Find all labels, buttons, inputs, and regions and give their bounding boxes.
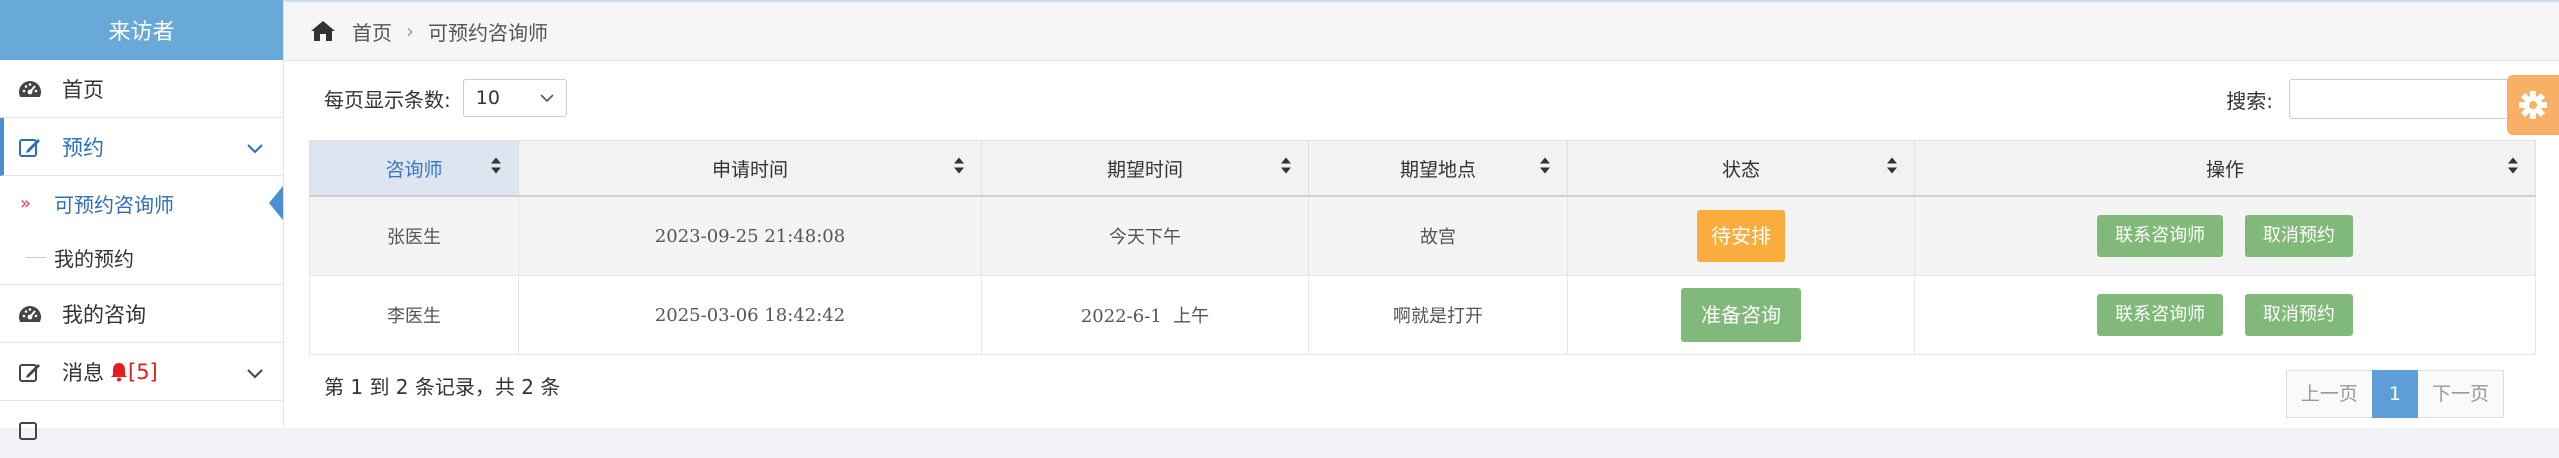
sort-icon bbox=[490, 157, 502, 180]
cancel-appointment-button[interactable]: 取消预约 bbox=[2244, 215, 2353, 257]
page-size-value: 10 bbox=[475, 87, 500, 109]
sidebar-brand: 来访者 bbox=[0, 0, 283, 60]
edit-icon bbox=[18, 136, 48, 158]
cell-status: 待安排 bbox=[1567, 195, 1915, 276]
column-header-apply-time[interactable]: 申请时间 bbox=[518, 140, 982, 197]
breadcrumb: 首页 › 可预约咨询师 bbox=[284, 2, 2559, 61]
sidebar-item-label: 我的咨询 bbox=[62, 302, 146, 327]
edit-icon bbox=[18, 361, 48, 383]
sidebar-item-home[interactable]: 首页 bbox=[0, 60, 283, 118]
sidebar-item-partial[interactable] bbox=[0, 401, 283, 458]
page-size-control: 每页显示条数: 10 bbox=[324, 79, 567, 117]
column-header-expect-time[interactable]: 期望时间 bbox=[981, 140, 1309, 197]
page-size-label: 每页显示条数: bbox=[324, 87, 451, 112]
sidebar-item-label: 消息 bbox=[62, 360, 104, 385]
sidebar-item-my-consultations[interactable]: 我的咨询 bbox=[0, 285, 283, 343]
contact-counselor-button[interactable]: 联系咨询师 bbox=[2097, 294, 2224, 336]
active-pointer bbox=[269, 186, 283, 220]
column-header-place[interactable]: 期望地点 bbox=[1308, 140, 1568, 197]
home-icon[interactable] bbox=[310, 20, 336, 42]
pagination: 上一页 1 下一页 bbox=[2285, 370, 2504, 418]
sidebar-item-appointment[interactable]: 预约 bbox=[0, 118, 283, 176]
submenu-item-label: 我的预约 bbox=[54, 246, 134, 271]
cell-expect-time: 今天下午 bbox=[981, 195, 1309, 276]
sidebar: 来访者 首页 预约 » 可预约咨询师 我的预约 我的咨询 消息 [5] bbox=[0, 0, 284, 440]
next-page-button[interactable]: 下一页 bbox=[2417, 370, 2504, 418]
table-row: 张医生 2023-09-25 21:48:08 今天下午 故宫 待安排 联系咨询… bbox=[309, 195, 2536, 276]
cell-expect-time: 2022-6-1 上午 bbox=[981, 275, 1309, 355]
cell-place: 啊就是打开 bbox=[1308, 275, 1568, 355]
settings-toggle[interactable] bbox=[2507, 75, 2559, 135]
page-number-button[interactable]: 1 bbox=[2371, 370, 2418, 418]
bell-icon bbox=[111, 362, 127, 381]
submenu-item-available-counselors[interactable]: » 可预约咨询师 bbox=[0, 176, 283, 230]
cell-apply-time: 2023-09-25 21:48:08 bbox=[518, 195, 982, 276]
submenu-item-my-appointments[interactable]: 我的预约 bbox=[0, 230, 283, 284]
cell-place: 故宫 bbox=[1308, 195, 1568, 276]
message-badge: [5] bbox=[110, 360, 158, 384]
sort-icon bbox=[1886, 157, 1898, 180]
sort-icon bbox=[2507, 157, 2519, 180]
column-header-counselor[interactable]: 咨询师 bbox=[309, 140, 519, 197]
submenu-item-label: 可预约咨询师 bbox=[54, 192, 174, 217]
breadcrumb-separator: › bbox=[406, 19, 414, 43]
main-panel: 每页显示条数: 10 搜索: 咨询师 申请时间 期望时间 期望地点 状态 操作 … bbox=[284, 61, 2559, 428]
cell-actions: 联系咨询师 取消预约 bbox=[1914, 195, 2536, 276]
sort-icon bbox=[953, 157, 965, 180]
page-size-select[interactable]: 10 bbox=[462, 79, 567, 117]
gear-icon bbox=[2519, 91, 2547, 119]
sidebar-item-label: 首页 bbox=[62, 77, 104, 102]
cell-status: 准备咨询 bbox=[1567, 275, 1915, 355]
dashboard-icon bbox=[18, 79, 48, 99]
sidebar-item-label: 预约 bbox=[62, 135, 104, 160]
status-badge[interactable]: 准备咨询 bbox=[1681, 288, 1801, 342]
cell-actions: 联系咨询师 取消预约 bbox=[1914, 275, 2536, 355]
cell-apply-time: 2025-03-06 18:42:42 bbox=[518, 275, 982, 355]
cancel-appointment-button[interactable]: 取消预约 bbox=[2244, 294, 2353, 336]
contact-counselor-button[interactable]: 联系咨询师 bbox=[2097, 215, 2224, 257]
search-control: 搜索: bbox=[2226, 79, 2529, 119]
edit-icon bbox=[18, 419, 48, 441]
column-header-actions[interactable]: 操作 bbox=[1914, 140, 2536, 197]
search-label: 搜索: bbox=[2226, 88, 2273, 113]
column-header-status[interactable]: 状态 bbox=[1567, 140, 1915, 197]
sort-icon bbox=[1539, 157, 1551, 180]
submenu-appointment: » 可预约咨询师 我的预约 bbox=[0, 176, 283, 285]
table-row: 李医生 2025-03-06 18:42:42 2022-6-1 上午 啊就是打… bbox=[309, 275, 2536, 355]
table-info: 第 1 到 2 条记录，共 2 条 bbox=[324, 375, 561, 399]
chevron-down-icon bbox=[540, 93, 554, 102]
cell-counselor: 李医生 bbox=[309, 275, 519, 355]
active-marker: » bbox=[20, 192, 32, 214]
prev-page-button[interactable]: 上一页 bbox=[2285, 370, 2372, 418]
tree-dash bbox=[26, 256, 46, 258]
dashboard-icon bbox=[18, 304, 48, 324]
sidebar-item-messages[interactable]: 消息 [5] bbox=[0, 343, 283, 401]
cell-counselor: 张医生 bbox=[309, 195, 519, 276]
breadcrumb-home[interactable]: 首页 bbox=[352, 17, 392, 46]
breadcrumb-current: 可预约咨询师 bbox=[428, 20, 548, 45]
sort-icon bbox=[1280, 157, 1292, 180]
status-badge[interactable]: 待安排 bbox=[1697, 210, 1785, 262]
search-input[interactable] bbox=[2289, 79, 2529, 119]
chevron-down-icon bbox=[247, 360, 263, 384]
appointments-table: 咨询师 申请时间 期望时间 期望地点 状态 操作 张医生 2023-09-25 … bbox=[309, 140, 2536, 355]
message-count: [5] bbox=[128, 359, 158, 384]
chevron-down-icon bbox=[247, 135, 263, 159]
